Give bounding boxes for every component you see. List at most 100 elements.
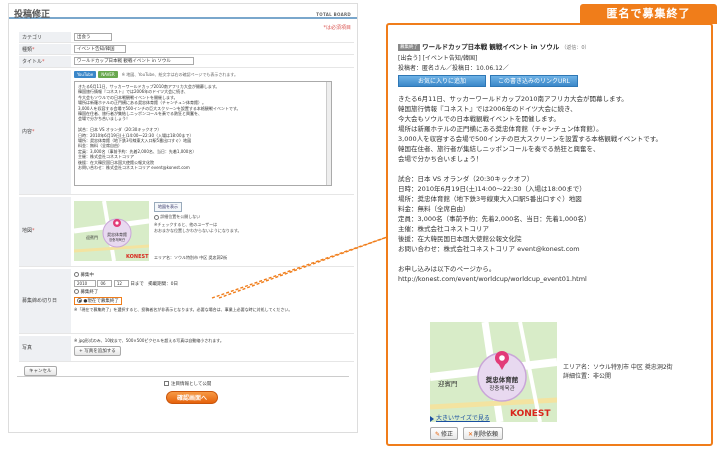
category-select[interactable]: 出会う (74, 33, 112, 41)
body-line: 主催：株式会社コネストコリア (398, 225, 489, 233)
remaining-days: 掲載期間：0日 (148, 282, 178, 287)
add-photo-button[interactable]: + 写真を追加する (74, 346, 121, 356)
body-line: 今大会もソウルでの日本戦観戦イベントを開催します。 (398, 115, 560, 123)
content-line: お問い合わせ：株式会社コネストコリア event@konest.com (78, 165, 190, 171)
title-row: タイトル* ワールドカップ日本戦 観戦イベント in ソウル (19, 56, 354, 68)
confirm-button[interactable]: 確認画面へ (166, 391, 218, 404)
required-note: *は必須項目 (323, 25, 351, 31)
recruit-note: ※「現在で募集終了」を選択すると、投稿者名が非表示となります。必要な場合は、事業… (74, 307, 293, 312)
category-row: カテゴリ 出会う (19, 32, 354, 43)
close-icon: ✕ (467, 431, 473, 438)
body-line: 韓国在住者、旅行者が集結しニッポンコールを奏でる熱狂と興奮を、 (398, 145, 600, 153)
title-input[interactable]: ワールドカップ日本戦 観戦イベント in ソウル (74, 57, 194, 65)
option-open[interactable]: 募集中 (74, 272, 354, 278)
photo-note: ※ jpg形式のみ、10枚まで、500×500ピクセルを超える写真は自動縮小され… (74, 338, 224, 343)
body-line: 後援：在大韓民国日本国大使館公報文化院 (398, 235, 522, 243)
map-label: 地図* (19, 197, 71, 266)
textarea-scrollbar[interactable] (326, 82, 331, 185)
edit-post-form: 投稿修正 TOTAL BOARD *は必須項目 カテゴリ 出会う 種類* イベン… (8, 3, 358, 433)
content-textarea[interactable]: きたる6月11日、サッカーワールドカップ2010南アフリカ大会が開幕します。 韓国… (74, 81, 332, 186)
naver-button[interactable]: NAVER (98, 71, 118, 78)
option-renew[interactable]: 募集終了 (74, 289, 354, 295)
month-select[interactable]: 06 (97, 280, 113, 287)
post-buttons: お気に入りに追加 この書き込みのリンクURL (398, 75, 701, 87)
body-line: 場所は新羅ホテルの正門横にある奨忠体育館（チャンチュン体育館）。 (398, 125, 603, 133)
category-label: カテゴリ (19, 32, 71, 42)
photo-row: 写真 ※ jpg形式のみ、10枚まで、500×500ピクセルを超える写真は自動縮… (19, 336, 354, 362)
content-label: 内容* (19, 70, 71, 194)
add-favorite-button[interactable]: お気に入りに追加 (398, 75, 486, 87)
arrow-right-icon (430, 415, 434, 422)
body-line: 場所：奨忠体育館（地下鉄3号線東大入口駅5番出口すぐ）地図 (398, 195, 582, 203)
reply-count: （返信：0） (561, 45, 590, 51)
edit-button[interactable]: ✎修正 (430, 427, 459, 440)
post-map-area: エリア名：ソウル特別市 中区 奨忠洞2街 (563, 364, 673, 371)
svg-text:장충체육관: 장충체육관 (109, 237, 126, 242)
svg-text:奨忠体育館: 奨忠体育館 (486, 375, 519, 384)
svg-text:迎賓門: 迎賓門 (86, 234, 98, 240)
post-map-address: エリア名：ソウル特別市 中区 奨忠洞2街 詳細位置：非公開 (563, 363, 673, 381)
recruit-label: 募集締め切り日 (19, 269, 71, 333)
svg-text:KONEST: KONEST (510, 409, 551, 419)
delete-request-button[interactable]: ✕削除依頼 (462, 427, 504, 440)
body-line: 料金：無料（全席自由） (398, 205, 470, 213)
body-line (398, 254, 701, 264)
type-row: 種類* イベント告知/韓国 (19, 44, 354, 55)
post-title: ワールドカップ日本戦 観戦イベント in ソウル (422, 43, 560, 51)
content-toolbar: YouTube NAVER ※ 地図、YouTube、絵文字は右の確認ページでも… (74, 71, 354, 78)
body-line (398, 164, 701, 174)
featured-checkbox[interactable]: 注目情報として公開 (164, 381, 211, 387)
recruit-row: 募集締め切り日 募集中 2010 06 12 日まで 掲載期間：0日 募集終了 … (19, 269, 354, 334)
deadline-date: 2010 06 12 日まで 掲載期間：0日 (74, 280, 354, 287)
form-header: 投稿修正 TOTAL BOARD (9, 4, 357, 20)
map-row: 地図* 奨忠体育館 장충체육관 迎賓門 KONEST 地図を表示 詳細位置を公開… (19, 197, 354, 267)
ended-highlight: ●現在で募集終了 (74, 297, 122, 305)
post-meta: 投稿者：匿名さん／投稿日：10.06.12／ (398, 65, 509, 72)
body-line: 3,000人を収容する会場で500インチの巨大スクリーンを設置する本格観戦イベン… (398, 135, 663, 143)
youtube-button[interactable]: YouTube (74, 71, 97, 78)
post-preview: 募集終了 ワールドカップ日本戦 観戦イベント in ソウル （返信：0） [出会… (386, 23, 713, 446)
svg-text:KONEST: KONEST (126, 254, 149, 260)
body-line: 韓国旅行情報『コネスト』では2006年のドイツ大会に続き、 (398, 105, 577, 113)
post-map[interactable]: 奨忠体育館 장충체육관 迎賓門 KONEST (430, 322, 557, 422)
content-row: 内容* YouTube NAVER ※ 地図、YouTube、絵文字は右の確認ペ… (19, 70, 354, 195)
body-line: 日時：2010年6月19日(土)14:00〜22:30（入場は18:00まで） (398, 185, 586, 193)
body-line: 会場で分かち合いましょう！ (398, 155, 483, 163)
map-options: 地図を表示 詳細位置を公開しない ※チェックすると、他のユーザーは おおまかな位… (154, 202, 254, 234)
show-map-button[interactable]: 地図を表示 (154, 202, 182, 212)
link-url-button[interactable]: この書き込みのリンクURL (489, 75, 578, 87)
year-select[interactable]: 2010 (74, 280, 96, 287)
cancel-button[interactable]: キャンセル (24, 366, 57, 376)
svg-text:장충체육관: 장충체육관 (489, 384, 514, 392)
hide-detail-note: ※チェックすると、他のユーザーは おおまかな位置しかわからないようになります。 (154, 222, 242, 233)
body-line: 試合：日本 VS オランダ（20:30キックオフ） (398, 175, 534, 183)
photo-label: 写真 (19, 336, 71, 361)
post-category: [出会う] [イベント告知/韓国] (398, 55, 478, 62)
form-title: 投稿修正 (14, 10, 51, 20)
post-title-row: 募集終了 ワールドカップ日本戦 観戦イベント in ソウル （返信：0） (398, 41, 701, 51)
ended-badge: 募集終了 (398, 43, 420, 51)
form-divider (17, 376, 349, 377)
body-line: http://konest.com/event/worldcup/worldcu… (398, 275, 587, 283)
edit-icon: ✎ (435, 431, 441, 438)
body-line: お申し込みは以下のページから。 (398, 265, 496, 273)
large-map-link[interactable]: 大きいサイズで見る (430, 413, 490, 422)
option-ended[interactable]: ●現在で募集終了 (74, 297, 354, 305)
post-actions: ✎修正 ✕削除依頼 (430, 427, 506, 440)
content-hint: ※ 地図、YouTube、絵文字は右の確認ページでも表示されます。 (121, 72, 239, 77)
hide-detail-option[interactable]: 詳細位置を公開しない (154, 214, 254, 220)
map-area-name: エリア名：ソウル特別市 中区 奨忠洞2街 (154, 255, 228, 260)
body-line: お問い合わせ：株式会社コネストコリア event@konest.com (398, 245, 580, 253)
post-map-detail: 詳細位置：非公開 (563, 373, 612, 380)
body-line: きたる6月11日、サッカーワールドカップ2010南アフリカ大会が開幕します。 (398, 95, 628, 103)
post-body: きたる6月11日、サッカーワールドカップ2010南アフリカ大会が開幕します。 韓国… (398, 94, 701, 284)
type-select[interactable]: イベント告知/韓国 (74, 45, 126, 53)
day-select[interactable]: 12 (113, 280, 129, 287)
body-line: 定員：3,000名（事前予約：先着2,000名、当日：先着1,000名） (398, 215, 591, 223)
title-label: タイトル* (19, 56, 71, 67)
map-thumbnail: 奨忠体育館 장충체육관 迎賓門 KONEST (74, 201, 149, 261)
svg-text:奨忠体育館: 奨忠体育館 (107, 231, 127, 237)
board-brand: TOTAL BOARD (316, 12, 351, 17)
preview-tab-label: 匿名で募集終了 (580, 4, 717, 24)
type-label: 種類* (19, 44, 71, 54)
